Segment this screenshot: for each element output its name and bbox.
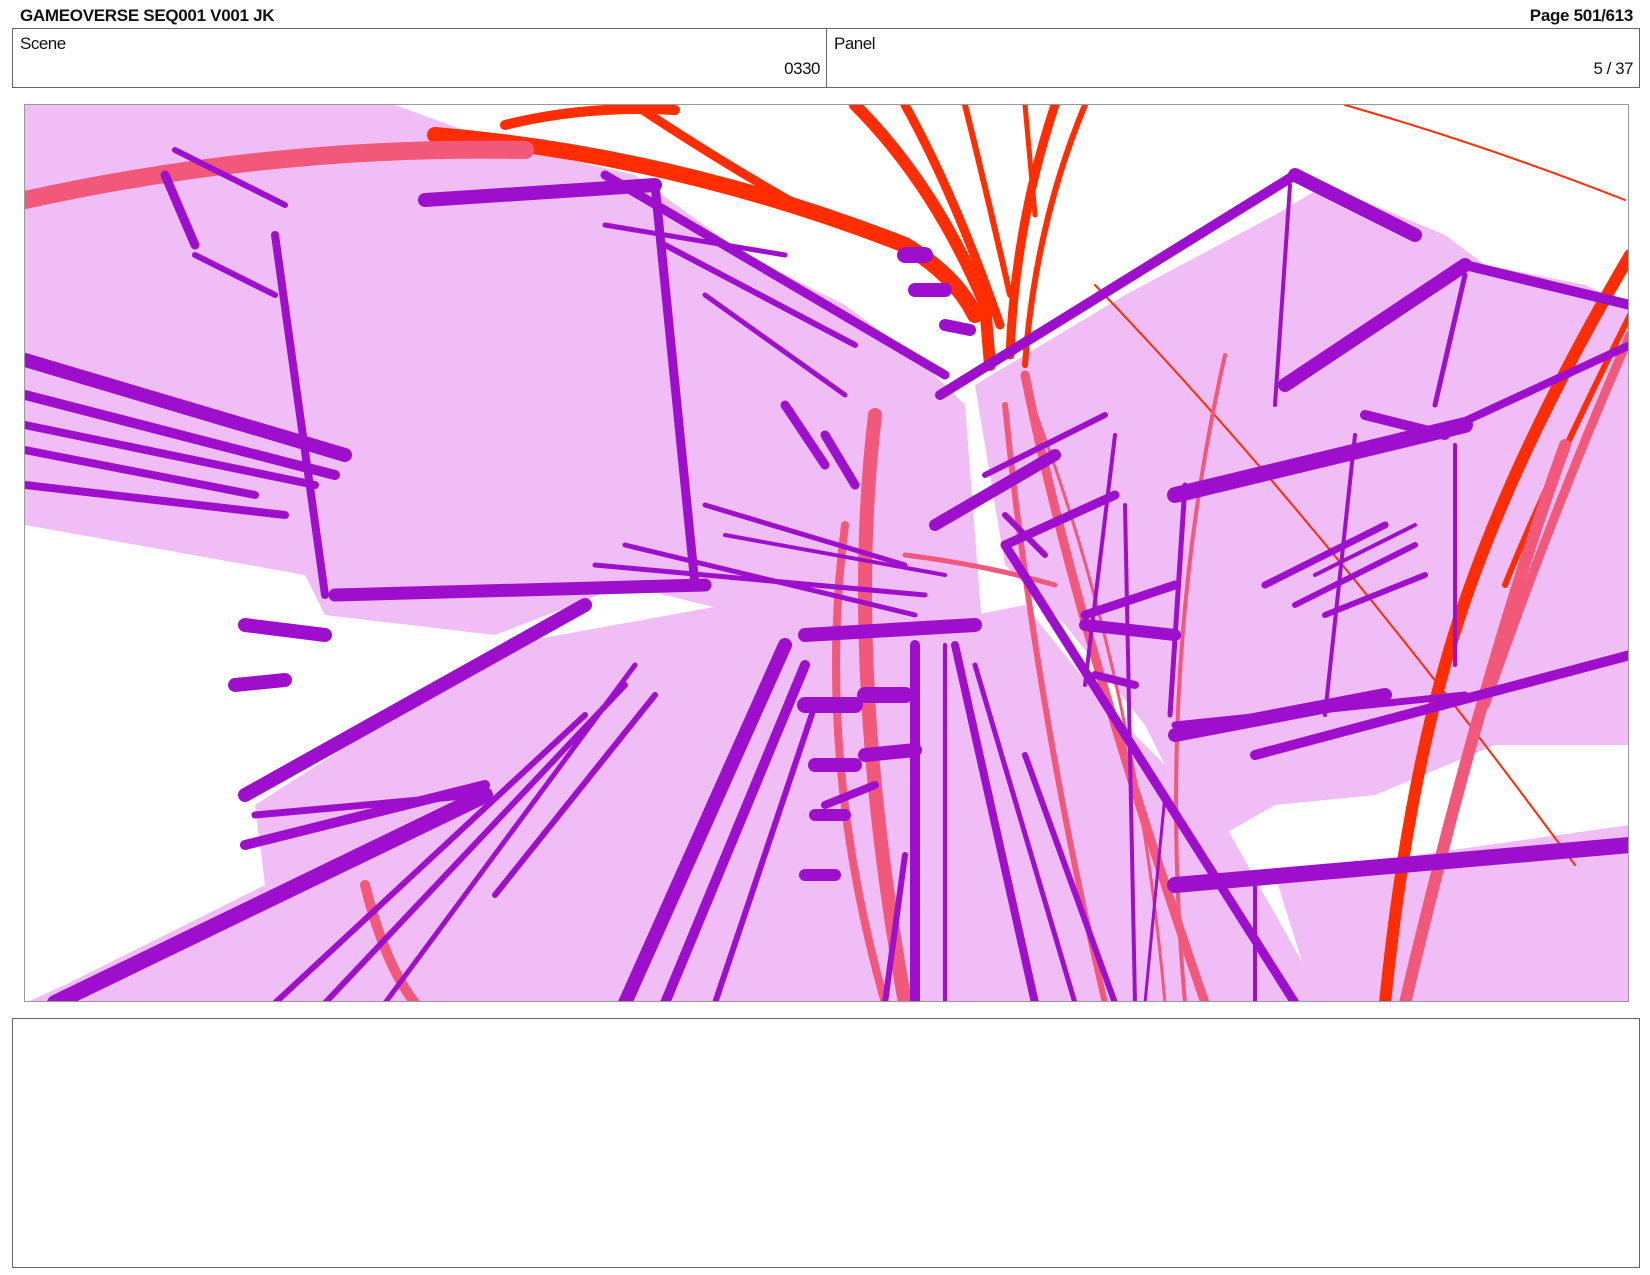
panel-label: Panel [834,34,875,53]
panel-cell: Panel 5 / 37 [827,29,1639,87]
sequence-title: GAMEOVERSE SEQ001 V001 JK [20,6,275,25]
scene-label: Scene [20,34,66,53]
storyboard-frame [24,104,1629,1002]
scene-value: 0330 [784,59,820,78]
page-number: Page 501/613 [1529,6,1634,25]
scene-cell: Scene 0330 [13,29,827,87]
notes-box [12,1018,1640,1268]
info-table: Scene 0330 Panel 5 / 37 [12,28,1640,88]
sketch-drawing [25,105,1628,1001]
panel-value: 5 / 37 [1593,59,1633,78]
